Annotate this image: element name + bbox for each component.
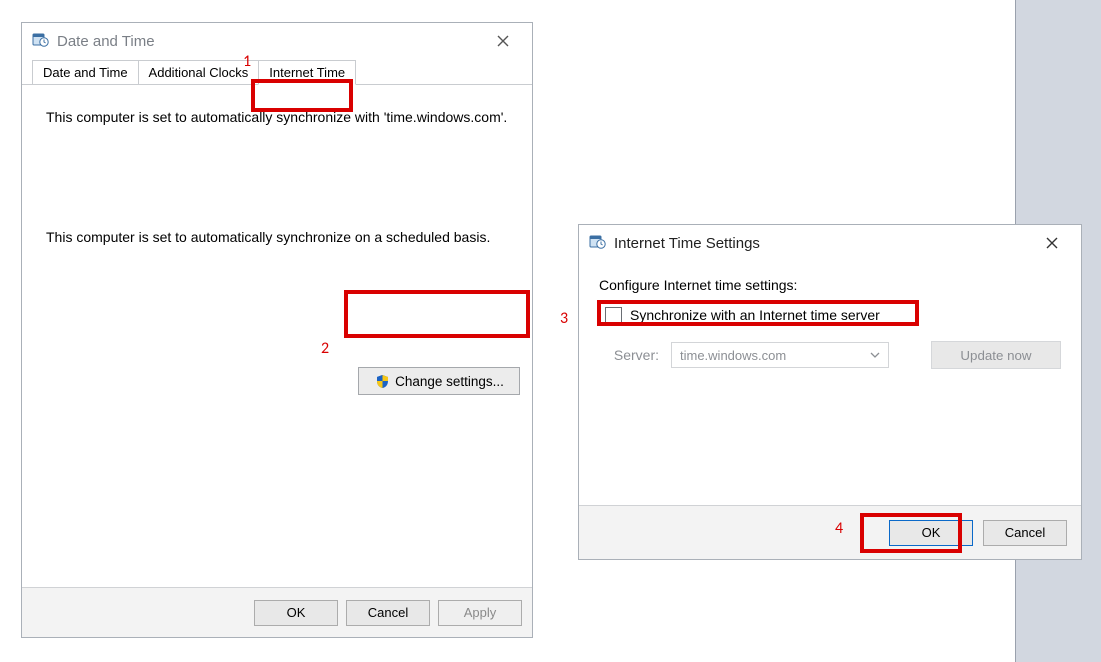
clock-icon — [589, 233, 606, 254]
ok-button[interactable]: OK — [889, 520, 973, 546]
server-label: Server: — [605, 347, 659, 363]
sync-status-text: This computer is set to automatically sy… — [46, 107, 514, 127]
title-bar[interactable]: Internet Time Settings — [579, 225, 1081, 261]
sync-checkbox[interactable] — [605, 307, 622, 324]
internet-time-settings-dialog: Internet Time Settings Configure Interne… — [578, 224, 1082, 560]
tab-date-and-time[interactable]: Date and Time — [32, 60, 139, 85]
tab-strip: Date and Time Additional Clocks Internet… — [22, 59, 532, 85]
dialog-title: Internet Time Settings — [614, 235, 1029, 252]
annotation-number-1: 1 — [243, 52, 251, 71]
chevron-down-icon — [868, 348, 882, 362]
sync-checkbox-row: Synchronize with an Internet time server — [605, 303, 1061, 327]
shield-icon — [374, 373, 390, 389]
tab-internet-time[interactable]: Internet Time — [258, 60, 356, 85]
cancel-button[interactable]: Cancel — [983, 520, 1067, 546]
scheduled-text: This computer is set to automatically sy… — [46, 227, 514, 247]
server-row: Server: time.windows.com Update now — [605, 341, 1061, 369]
tab-additional-clocks[interactable]: Additional Clocks — [138, 60, 260, 85]
annotation-number-2: 2 — [321, 339, 329, 358]
date-and-time-dialog: Date and Time Date and Time Additional C… — [21, 22, 533, 638]
annotation-number-4: 4 — [835, 519, 843, 538]
annotation-number-3: 3 — [560, 309, 568, 328]
close-button[interactable] — [1029, 228, 1075, 258]
cancel-button[interactable]: Cancel — [346, 600, 430, 626]
server-selected-value: time.windows.com — [680, 348, 786, 363]
apply-button: Apply — [438, 600, 522, 626]
dialog-footer: OK Cancel Apply — [22, 587, 532, 637]
server-dropdown[interactable]: time.windows.com — [671, 342, 889, 368]
dialog-footer: OK Cancel — [579, 505, 1081, 559]
sync-checkbox-label: Synchronize with an Internet time server — [630, 307, 880, 323]
title-bar[interactable]: Date and Time — [22, 23, 532, 59]
ok-button[interactable]: OK — [254, 600, 338, 626]
clock-icon — [32, 31, 49, 52]
tab-label: Date and Time — [43, 65, 128, 80]
change-settings-button[interactable]: Change settings... — [358, 367, 520, 395]
dialog-title: Date and Time — [57, 33, 480, 50]
close-button[interactable] — [480, 26, 526, 56]
configure-label: Configure Internet time settings: — [599, 277, 1061, 293]
tab-label: Internet Time — [269, 65, 345, 80]
tab-label: Additional Clocks — [149, 65, 249, 80]
update-now-button: Update now — [931, 341, 1061, 369]
change-settings-label: Change settings... — [395, 374, 504, 389]
dialog-body: Configure Internet time settings: Synchr… — [579, 261, 1081, 385]
tab-body-internet-time: This computer is set to automatically sy… — [22, 85, 532, 583]
